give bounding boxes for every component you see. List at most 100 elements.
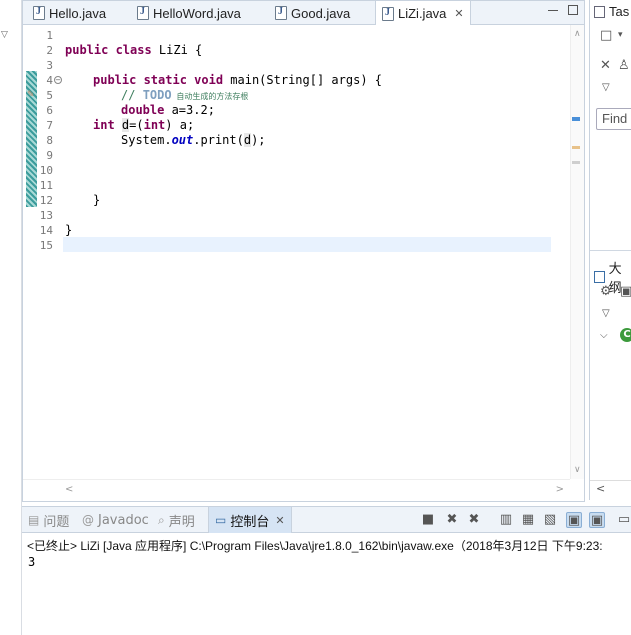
show-on-stdout-icon[interactable]: ▣ (566, 512, 582, 528)
task-list-tab[interactable]: Tas (594, 4, 629, 19)
code-text: ) a; (165, 118, 195, 132)
code-line-12: } (93, 193, 101, 207)
clear-console-icon[interactable]: ▥ (498, 512, 514, 528)
scroll-down-icon[interactable]: ∨ (574, 465, 581, 475)
keyword: int (93, 118, 115, 132)
panel-horizontal-scrollbar[interactable]: < (590, 480, 631, 498)
scroll-lock-icon[interactable]: ▦ (520, 512, 536, 528)
code-line-14: } (65, 223, 73, 237)
open-console-icon[interactable]: ▭ (616, 512, 631, 528)
tab-label: 问题 (43, 514, 70, 530)
code-text: a=3.2; (164, 103, 215, 117)
code-text: LiZi { (151, 43, 203, 57)
tab-good-java[interactable]: Good.java (269, 1, 350, 25)
tab-label: Good.java (291, 5, 351, 21)
scroll-right-icon[interactable]: > (556, 484, 564, 495)
dropdown-icon[interactable]: ▾ (618, 30, 623, 40)
scroll-left-icon[interactable]: < (65, 484, 73, 495)
editor-window-controls (548, 5, 578, 15)
tab-helloword-java[interactable]: HelloWord.java (131, 1, 241, 25)
tab-hello-java[interactable]: Hello.java (27, 1, 106, 25)
java-file-icon (275, 6, 287, 20)
remove-launch-icon[interactable]: ✖ (444, 512, 460, 528)
minimize-icon[interactable] (548, 1, 558, 11)
code-text: .print( (193, 133, 244, 147)
line-number: 10 (39, 164, 53, 177)
editor-vertical-scrollbar[interactable]: ∧ ∨ (570, 25, 584, 479)
tab-label: Javadoc (98, 512, 149, 528)
maximize-icon[interactable] (568, 5, 578, 15)
tab-lizi-java[interactable]: LiZi.java ✕ (375, 1, 471, 26)
code-editor[interactable]: ✎ − 1 2 3 4 5 6 7 8 9 10 11 12 13 14 15 … (23, 25, 584, 478)
line-number: 2 (46, 44, 53, 57)
console-output[interactable]: 3 (28, 555, 35, 569)
scroll-up-icon[interactable]: ∧ (574, 29, 581, 39)
find-input[interactable]: Find (596, 108, 631, 130)
tab-problems[interactable]: ▤ 问题 (28, 507, 69, 533)
close-icon[interactable]: ✕ (275, 514, 284, 527)
line-number: 13 (39, 209, 53, 222)
tab-console[interactable]: ▭ 控制台 ✕ (208, 507, 292, 533)
keyword: int (143, 118, 166, 132)
code-text: System. (121, 133, 172, 147)
declaration-icon: ⌕ (158, 512, 165, 527)
tab-label: LiZi.java (398, 6, 447, 21)
line-number: 15 (39, 239, 53, 252)
overview-marker[interactable] (572, 161, 580, 164)
fold-collapse-icon[interactable]: − (54, 76, 62, 84)
chevron-down-icon[interactable]: ▽ (602, 308, 610, 319)
comment-text: 自动生成的方法存根 (171, 92, 249, 101)
console-status-line: <已终止> LiZi [Java 应用程序] C:\Program Files\… (27, 539, 603, 553)
remove-all-launches-icon[interactable]: ✖ (466, 512, 482, 528)
tree-expand-icon[interactable]: ⌵ (600, 330, 608, 341)
comment: // (121, 88, 143, 102)
panel-divider (590, 250, 631, 251)
code-line-8: System.out.print(d); (121, 133, 266, 147)
editor-horizontal-scrollbar[interactable]: < > (23, 479, 570, 501)
chevron-down-icon[interactable]: ▽ (602, 82, 610, 93)
outline-icon (594, 271, 605, 283)
line-number: 14 (39, 224, 53, 237)
console-icon: ▭ (215, 513, 227, 527)
code-line-4: public static void main(String[] args) { (93, 73, 382, 87)
console-view: ▤ 问题 @ Javadoc ⌕ 声明 ▭ 控制台 ✕ ■ ✖ ✖ ▥ ▦ ▧ … (22, 506, 631, 635)
overview-marker[interactable] (572, 146, 580, 149)
static-field: out (171, 133, 194, 147)
overview-marker[interactable] (572, 117, 580, 121)
class-icon[interactable]: C (620, 328, 631, 342)
task-list-icon (594, 5, 605, 18)
problems-icon: ▤ (28, 513, 40, 527)
task-person-icon[interactable]: ♙ (618, 58, 630, 73)
code-text: main(String[] args) { (223, 73, 382, 87)
chevron-down-icon[interactable]: ▽ (1, 30, 8, 40)
java-file-icon (137, 6, 149, 20)
terminate-icon[interactable]: ■ (420, 512, 436, 528)
group-icon[interactable]: ⚙ (600, 284, 612, 299)
keyword: public static void (93, 73, 224, 87)
tab-declaration[interactable]: ⌕ 声明 (158, 507, 195, 533)
line-number: 11 (39, 179, 53, 192)
line-number: 5 (46, 89, 53, 102)
tab-label: HelloWord.java (153, 5, 241, 21)
editor-tab-bar: Hello.java HelloWord.java Good.java LiZi… (23, 1, 584, 26)
line-number: 1 (46, 29, 53, 42)
word-wrap-icon[interactable]: ▧ (542, 512, 558, 528)
close-icon[interactable]: ✕ (454, 7, 463, 20)
code-text: ); (251, 133, 266, 147)
code-text: =( (129, 118, 144, 132)
line-number: 4 (46, 74, 53, 87)
filter-icon[interactable]: ✕ (600, 58, 611, 73)
new-task-icon[interactable]: □ (600, 28, 612, 43)
line-number: 3 (46, 59, 53, 72)
console-tab-bar: ▤ 问题 @ Javadoc ⌕ 声明 ▭ 控制台 ✕ ■ ✖ ✖ ▥ ▦ ▧ … (22, 507, 631, 533)
show-on-stderr-icon[interactable]: ▣ (589, 512, 605, 528)
line-number: 12 (39, 194, 53, 207)
scroll-left-icon[interactable]: < (596, 482, 605, 495)
task-marker-icon: ✎ (27, 90, 35, 100)
current-line-highlight (63, 237, 551, 252)
java-file-icon (382, 6, 394, 21)
code-line-5: // TODO 自动生成的方法存根 (121, 88, 248, 102)
editor-pane: Hello.java HelloWord.java Good.java LiZi… (22, 0, 585, 502)
tab-javadoc[interactable]: @ Javadoc (82, 507, 149, 533)
collapse-all-icon[interactable]: ▣ (620, 284, 631, 299)
